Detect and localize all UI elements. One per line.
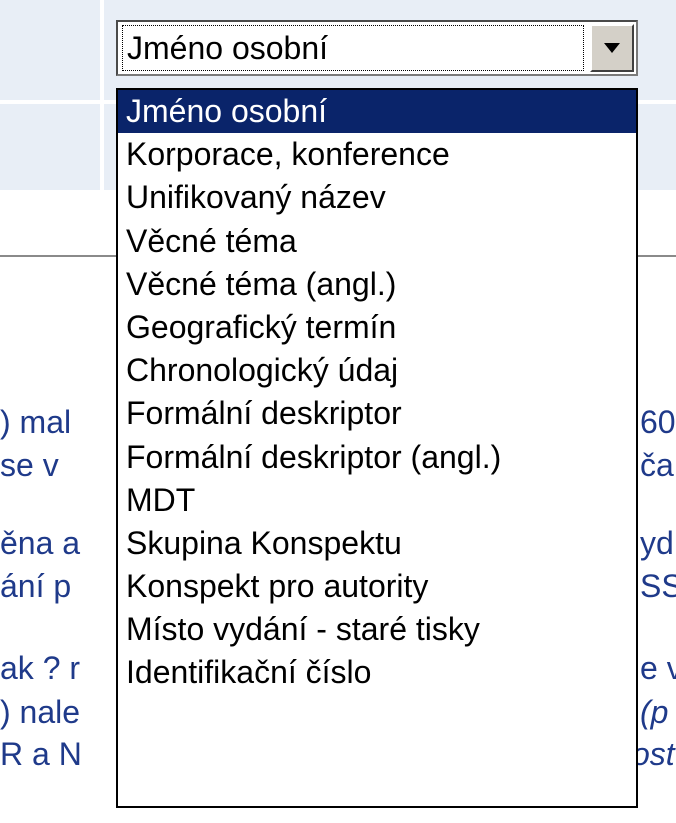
dropdown-option[interactable]: Skupina Konspektu: [118, 522, 636, 565]
dropdown-button[interactable]: [590, 24, 634, 72]
chevron-down-icon: [604, 43, 620, 53]
dropdown-option[interactable]: Místo vydání - staré tisky: [118, 608, 636, 651]
search-field-select[interactable]: Jméno osobní: [116, 20, 638, 76]
dropdown-option[interactable]: Korporace, konference: [118, 133, 636, 176]
dropdown-option[interactable]: Věcné téma (angl.): [118, 263, 636, 306]
dropdown-option[interactable]: Chronologický údaj: [118, 349, 636, 392]
dropdown-option[interactable]: Formální deskriptor: [118, 392, 636, 435]
dropdown-option[interactable]: Unifikovaný název: [118, 176, 636, 219]
dropdown-option[interactable]: Identifikační číslo: [118, 651, 636, 694]
form-label-cell: [0, 0, 100, 190]
dropdown-option[interactable]: Věcné téma: [118, 220, 636, 263]
dropdown-option[interactable]: Formální deskriptor (angl.): [118, 436, 636, 479]
table-divider-vertical: [100, 0, 104, 190]
dropdown-option[interactable]: Jméno osobní: [118, 90, 636, 134]
dropdown-option[interactable]: Geografický termín: [118, 306, 636, 349]
dropdown-listbox[interactable]: Jméno osobní Korporace, konference Unifiko…: [116, 88, 638, 808]
dropdown-option[interactable]: MDT: [118, 479, 636, 522]
dropdown-option[interactable]: Konspekt pro autority: [118, 565, 636, 608]
select-current-value: Jméno osobní: [122, 25, 584, 71]
